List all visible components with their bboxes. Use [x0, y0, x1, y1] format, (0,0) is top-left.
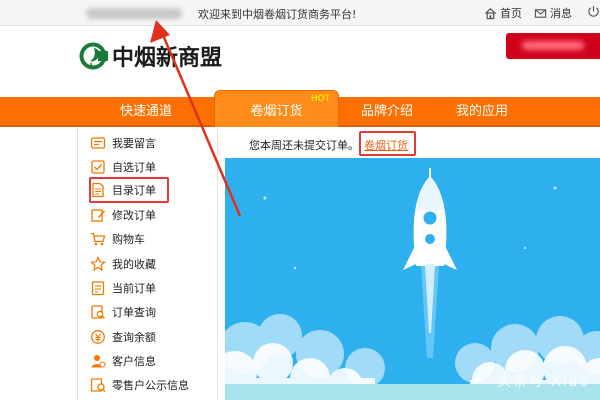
sidebar-item-retailer-notice[interactable]: 零售户公示信息 — [90, 374, 189, 396]
sidebar-item-label: 购物车 — [112, 233, 145, 246]
sidebar-item-label: 客户信息 — [112, 355, 156, 368]
edit-icon — [91, 209, 105, 222]
home-label: 首页 — [500, 7, 522, 20]
checklist-icon — [91, 160, 105, 174]
message-label: 消息 — [550, 7, 572, 20]
logo-mark-icon — [79, 42, 108, 70]
sidebar-item-label: 自选订单 — [112, 161, 156, 174]
sidebar-item-order-query[interactable]: 订单查询 — [90, 301, 156, 323]
watermark: 头条号 Xiao — [497, 374, 591, 390]
document-icon — [92, 182, 104, 198]
order-icon — [91, 281, 105, 296]
sidebar-item-current-order[interactable]: 当前订单 — [90, 277, 156, 299]
header-banner[interactable] — [506, 33, 600, 59]
sidebar-item-label: 我的收藏 — [112, 258, 156, 271]
hero-banner[interactable] — [225, 158, 600, 400]
sidebar-item-catalog-order[interactable]: 目录订单 — [90, 179, 156, 201]
top-bar: 欢迎来到中烟卷烟订货商务平台! 首页 消息 — [0, 0, 600, 26]
home-link[interactable]: 首页 — [484, 5, 522, 21]
user-icon — [91, 355, 106, 368]
welcome-text: 欢迎来到中烟卷烟订货商务平台! — [198, 8, 357, 21]
rocket-illustration — [225, 158, 600, 400]
sidebar-item-custom-order[interactable]: 自选订单 — [90, 156, 156, 178]
sidebar-item-label: 零售户公示信息 — [112, 379, 189, 392]
exit-icon — [588, 5, 599, 17]
message-link[interactable]: 消息 — [534, 5, 572, 21]
notice-text: 您本周还未提交订单。 — [249, 139, 359, 152]
blurred-username — [86, 8, 182, 19]
more-link[interactable] — [587, 5, 600, 18]
highlight-box-order-link — [359, 131, 416, 156]
sidebar-item-favorites[interactable]: 我的收藏 — [90, 253, 156, 275]
sidebar-item-customer-info[interactable]: 客户信息 — [90, 350, 156, 372]
blurred-banner-text — [522, 41, 584, 50]
nav-my-apps[interactable]: 我的应用 — [447, 97, 517, 127]
sidebar-item-label: 修改订单 — [112, 209, 156, 222]
hot-badge: HOT — [311, 93, 330, 103]
sidebar-item-label: 目录订单 — [112, 184, 156, 197]
sidebar-item-modify-order[interactable]: 修改订单 — [90, 204, 156, 226]
star-icon — [90, 256, 106, 272]
balance-icon — [91, 330, 105, 344]
home-icon — [484, 7, 497, 19]
mail-icon — [534, 8, 547, 18]
sidebar-item-label: 我要留言 — [112, 137, 156, 150]
logo-text: 中烟新商盟 — [112, 46, 223, 71]
sidebar-item-leave-message[interactable]: 我要留言 — [90, 132, 156, 154]
message-icon — [90, 137, 106, 149]
query-icon — [91, 305, 105, 319]
sidebar-item-label: 订单查询 — [112, 306, 156, 319]
site-logo[interactable]: 中烟新商盟 — [78, 40, 222, 72]
nav-brand-intro[interactable]: 品牌介绍 — [352, 97, 422, 127]
sidebar-item-label: 查询余额 — [112, 331, 156, 344]
notice-icon — [90, 378, 106, 392]
sidebar-item-label: 当前订单 — [112, 282, 156, 295]
nav-quick-access[interactable]: 快速通道 — [104, 97, 188, 127]
sidebar-item-cart[interactable]: 购物车 — [90, 228, 145, 250]
cart-icon — [91, 232, 106, 246]
sidebar-item-check-balance[interactable]: 查询余额 — [90, 326, 156, 348]
